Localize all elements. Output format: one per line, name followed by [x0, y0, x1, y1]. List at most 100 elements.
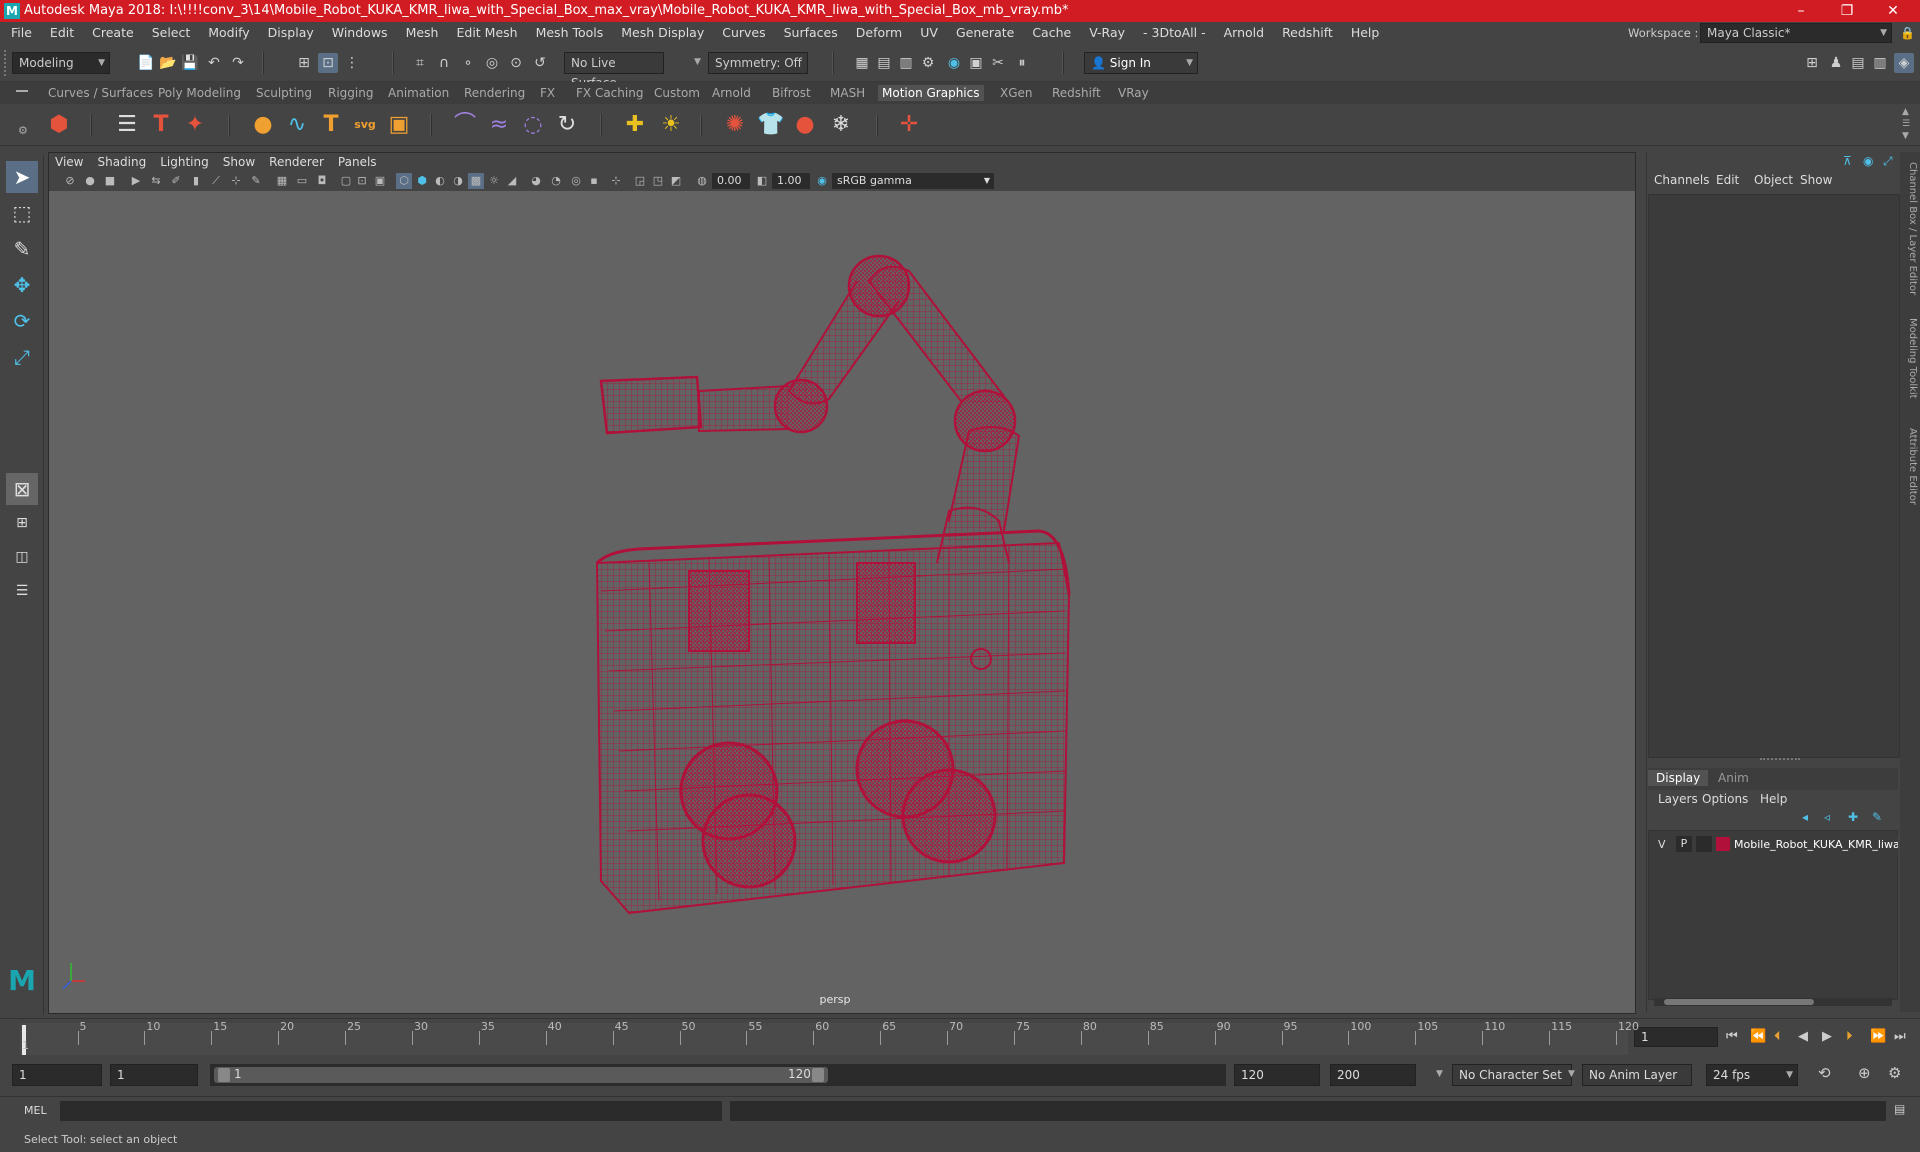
default-material-icon[interactable]: ◐ [432, 173, 448, 189]
open-scene-icon[interactable]: 📂 [158, 53, 178, 73]
layer-scrollbar[interactable] [1654, 998, 1892, 1006]
anim-layer-dropdown[interactable]: No Anim Layer [1582, 1064, 1692, 1086]
menu-edit[interactable]: Edit [41, 22, 83, 44]
shelf-tab-custom[interactable]: Custom [650, 85, 704, 101]
shelf-tab-redshift[interactable]: Redshift [1048, 85, 1105, 101]
layer-visibility-toggle[interactable]: V [1658, 838, 1666, 851]
loop-icon[interactable]: ⟲ [1818, 1064, 1831, 1082]
type-tool-icon[interactable]: T [146, 110, 176, 140]
render-frame-icon[interactable]: ▤ [874, 53, 894, 73]
menu-mesh-tools[interactable]: Mesh Tools [527, 22, 613, 44]
resolution-gate-icon[interactable]: ◘ [314, 173, 330, 189]
tab-anim[interactable]: Anim [1718, 771, 1749, 785]
shelf-tab-fx-caching[interactable]: FX Caching [572, 85, 647, 101]
new-scene-icon[interactable]: 📄 [136, 53, 156, 73]
menu-arnold[interactable]: Arnold [1215, 22, 1273, 44]
anti-aliasing-icon[interactable]: ◎ [568, 173, 584, 189]
shelf-tab-mash[interactable]: MASH [826, 85, 869, 101]
tab-display[interactable]: Display [1648, 770, 1709, 786]
chevron-down-icon[interactable]: ▼ [1568, 1069, 1575, 1079]
safe-action-icon[interactable]: ▢ [338, 173, 354, 189]
time-slider[interactable]: 1 ⏮ ⏪ ⏴ ◀ ▶ ⏵ ⏩ ⏭ 1 5 10 15 20 25 30 35 40 45 50 55… [0, 1018, 1920, 1058]
channel-box-menu-object[interactable]: Object [1754, 173, 1793, 187]
viewport-menu-shading[interactable]: Shading [90, 152, 153, 172]
view-transform-dropdown[interactable]: sRGB gamma ▼ [832, 173, 994, 189]
channel-box-menu-show[interactable]: Show [1800, 173, 1832, 187]
ambient-occlusion-icon[interactable]: ◕ [528, 173, 544, 189]
mograph-cube-icon[interactable]: ⬢ [44, 110, 74, 140]
render-settings-icon[interactable]: ⚙ [918, 53, 938, 73]
use-all-lights-icon[interactable]: ☼ [486, 173, 502, 189]
safe-title-icon[interactable]: ⊡ [354, 173, 370, 189]
camera-icon[interactable]: ▶ [128, 173, 144, 189]
render-view-icon[interactable]: ▦ [852, 53, 872, 73]
field-chart-icon[interactable]: ▣ [372, 173, 388, 189]
shelf-tab-sculpting[interactable]: Sculpting [252, 85, 316, 101]
menu-windows[interactable]: Windows [323, 22, 397, 44]
menu-curves[interactable]: Curves [713, 22, 774, 44]
snap-curve-icon[interactable]: ∩ [434, 53, 454, 73]
character-set-dropdown[interactable]: No Character Set [1452, 1064, 1572, 1086]
tab-modeling-toolkit[interactable]: Modeling Toolkit [1902, 318, 1918, 399]
anim-preferences-icon[interactable]: ⚙ [1888, 1064, 1901, 1082]
viewport-menu-show[interactable]: Show [216, 152, 262, 172]
layer-name[interactable]: Mobile_Robot_KUKA_KMR_liwa [1734, 838, 1898, 851]
layout-icon[interactable]: ⊼ [1843, 154, 1852, 168]
modeling-toolkit-icon[interactable]: ⊞ [1802, 53, 1822, 73]
outliner-view-icon[interactable]: ☰ [6, 575, 38, 607]
auto-key-icon[interactable]: ⊕ [1858, 1064, 1871, 1082]
four-view-icon[interactable]: ⊞ [6, 507, 38, 539]
command-input[interactable] [60, 1101, 722, 1121]
camera-icon[interactable]: ◉ [1863, 154, 1873, 168]
maximize-button[interactable]: ❐ [1824, 0, 1870, 22]
new-layer-selected-icon[interactable]: ✎ [1872, 810, 1882, 824]
shelf-tab-motion-graphics[interactable]: Motion Graphics [878, 85, 984, 101]
svg-icon[interactable]: svg [350, 110, 380, 140]
viewport-menu-lighting[interactable]: Lighting [153, 152, 216, 172]
list-icon[interactable]: ☰ [112, 110, 142, 140]
sine-deformer-icon[interactable]: ↻ [552, 110, 582, 140]
render-sequence-icon[interactable]: ▣ [966, 53, 986, 73]
tab-attribute-editor[interactable]: Attribute Editor [1902, 428, 1918, 505]
menu-cache[interactable]: Cache [1023, 22, 1080, 44]
snap-point-icon[interactable]: ∘ [458, 53, 478, 73]
redo-icon[interactable]: ↷ [228, 53, 248, 73]
ipr-render-icon[interactable]: ▥ [896, 53, 916, 73]
viewport-menu-view[interactable]: View [48, 152, 90, 172]
step-forward-key-icon[interactable]: ⏩ [1870, 1029, 1886, 1044]
shelf-tab-curves-surfaces[interactable]: Curves / Surfaces [44, 85, 157, 101]
layer-color-swatch[interactable] [1716, 837, 1730, 851]
menu-file[interactable]: File [2, 22, 41, 44]
shelf-options-icon[interactable]: ⚙ [18, 124, 28, 137]
hypershade-icon[interactable]: ◉ [944, 53, 964, 73]
grid-icon[interactable]: ▦ [274, 173, 290, 189]
move-layer-down-icon[interactable]: ◃ [1824, 810, 1830, 824]
move-tool-icon[interactable]: ✥ [6, 269, 38, 301]
snap-grid-icon[interactable]: ⌗ [410, 53, 430, 73]
mograph-paint-icon[interactable]: ✦ [180, 110, 210, 140]
isolate-icon[interactable]: ✎ [248, 173, 264, 189]
fps-dropdown[interactable]: 24 fps ▼ [1706, 1064, 1798, 1086]
single-view-icon[interactable]: ⊠ [6, 473, 38, 505]
emitter-icon[interactable]: ✺ [720, 110, 750, 140]
select-object-icon[interactable]: ⊡ [318, 53, 338, 73]
grease-pencil-icon[interactable]: ✐ [168, 173, 184, 189]
chevron-down-icon[interactable]: ▼ [1436, 1069, 1443, 1079]
snap-view-plane-icon[interactable]: ◎ [482, 53, 502, 73]
locator-icon[interactable]: ✚ [620, 110, 650, 140]
script-editor-icon[interactable]: ▤ [1894, 1102, 1905, 1116]
snowflake-icon[interactable]: ❄ [826, 110, 856, 140]
shelf-tab-poly-modeling[interactable]: Poly Modeling [154, 85, 245, 101]
range-end-grip[interactable] [812, 1068, 824, 1082]
camera-attributes-icon[interactable]: ⊘ [62, 173, 78, 189]
menu-surfaces[interactable]: Surfaces [775, 22, 847, 44]
shelf-tab-bifrost[interactable]: Bifrost [768, 85, 815, 101]
plus-icon[interactable]: ✛ [894, 110, 924, 140]
smooth-shade-icon[interactable]: ⬢ [414, 173, 430, 189]
layer-menu-layers[interactable]: Layers [1658, 792, 1698, 806]
select-hierarchy-icon[interactable]: ⊞ [294, 53, 314, 73]
minimize-button[interactable]: – [1778, 0, 1824, 22]
wave-deformer-icon[interactable]: ≈ [484, 110, 514, 140]
2d-pan-icon[interactable]: ⇆ [148, 173, 164, 189]
isolate-select-icon[interactable]: ⊹ [608, 173, 624, 189]
